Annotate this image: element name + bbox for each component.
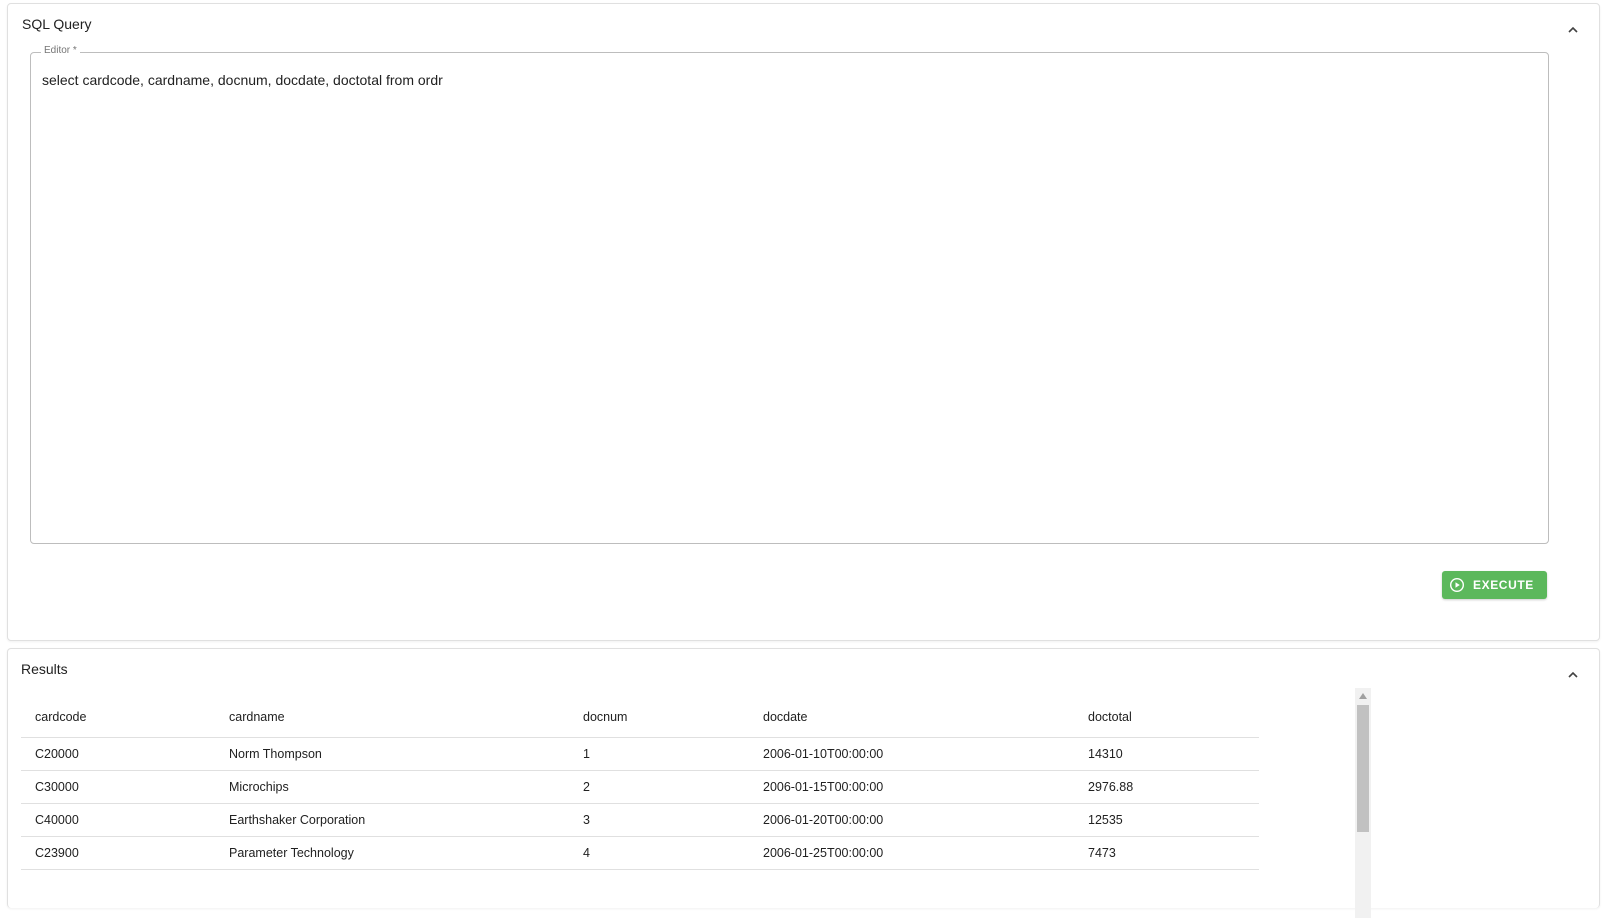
cell-cardcode: C20000 xyxy=(21,737,215,771)
execute-button-label: EXECUTE xyxy=(1473,578,1534,592)
cell-doctotal: 7473 xyxy=(1074,836,1259,870)
scrollbar-thumb[interactable] xyxy=(1357,705,1369,832)
column-header-doctotal[interactable]: doctotal xyxy=(1074,697,1259,738)
table-row[interactable]: C30000 Microchips 2 2006-01-15T00:00:00 … xyxy=(21,770,1259,804)
scroll-up-arrow-icon[interactable] xyxy=(1355,688,1371,704)
cell-docnum: 2 xyxy=(569,770,749,804)
table-header-row: cardcode cardname docnum docdate doctota… xyxy=(21,697,1259,738)
cell-docdate: 2006-01-15T00:00:00 xyxy=(749,770,1074,804)
cell-cardname: Earthshaker Corporation xyxy=(215,803,569,837)
results-panel: Results cardcode cardname docnum docdate… xyxy=(7,648,1600,918)
column-header-docdate[interactable]: docdate xyxy=(749,697,1074,738)
cell-cardname: Norm Thompson xyxy=(215,737,569,771)
cell-doctotal: 12535 xyxy=(1074,803,1259,837)
cell-docnum: 4 xyxy=(569,836,749,870)
chevron-up-icon[interactable] xyxy=(1565,22,1581,38)
play-circle-icon xyxy=(1449,577,1465,593)
cell-docdate: 2006-01-25T00:00:00 xyxy=(749,836,1074,870)
cell-doctotal: 14310 xyxy=(1074,737,1259,771)
sql-query-panel-title: SQL Query xyxy=(22,16,92,32)
execute-button[interactable]: EXECUTE xyxy=(1442,571,1547,599)
sql-query-panel: SQL Query Editor * EXECUTE xyxy=(7,3,1600,641)
cell-cardcode: C30000 xyxy=(21,770,215,804)
column-header-docnum[interactable]: docnum xyxy=(569,697,749,738)
cell-docdate: 2006-01-10T00:00:00 xyxy=(749,737,1074,771)
table-row[interactable]: C23900 Parameter Technology 4 2006-01-25… xyxy=(21,836,1259,870)
cell-docnum: 3 xyxy=(569,803,749,837)
chevron-up-icon[interactable] xyxy=(1565,667,1581,683)
results-scrollbar[interactable] xyxy=(1355,688,1371,918)
cell-cardcode: C23900 xyxy=(21,836,215,870)
table-row[interactable]: C20000 Norm Thompson 1 2006-01-10T00:00:… xyxy=(21,737,1259,771)
sql-editor-input[interactable] xyxy=(42,70,1537,533)
results-table: cardcode cardname docnum docdate doctota… xyxy=(21,697,1259,870)
results-panel-title: Results xyxy=(21,661,68,677)
cell-cardname: Microchips xyxy=(215,770,569,804)
cell-doctotal: 2976.88 xyxy=(1074,770,1259,804)
cell-cardcode: C40000 xyxy=(21,803,215,837)
table-row[interactable]: C40000 Earthshaker Corporation 3 2006-01… xyxy=(21,803,1259,837)
column-header-cardcode[interactable]: cardcode xyxy=(21,697,215,738)
column-header-cardname[interactable]: cardname xyxy=(215,697,569,738)
cell-docdate: 2006-01-20T00:00:00 xyxy=(749,803,1074,837)
editor-label: Editor * xyxy=(41,45,80,56)
cell-cardname: Parameter Technology xyxy=(215,836,569,870)
sql-editor[interactable]: Editor * xyxy=(30,45,1549,544)
cell-docnum: 1 xyxy=(569,737,749,771)
